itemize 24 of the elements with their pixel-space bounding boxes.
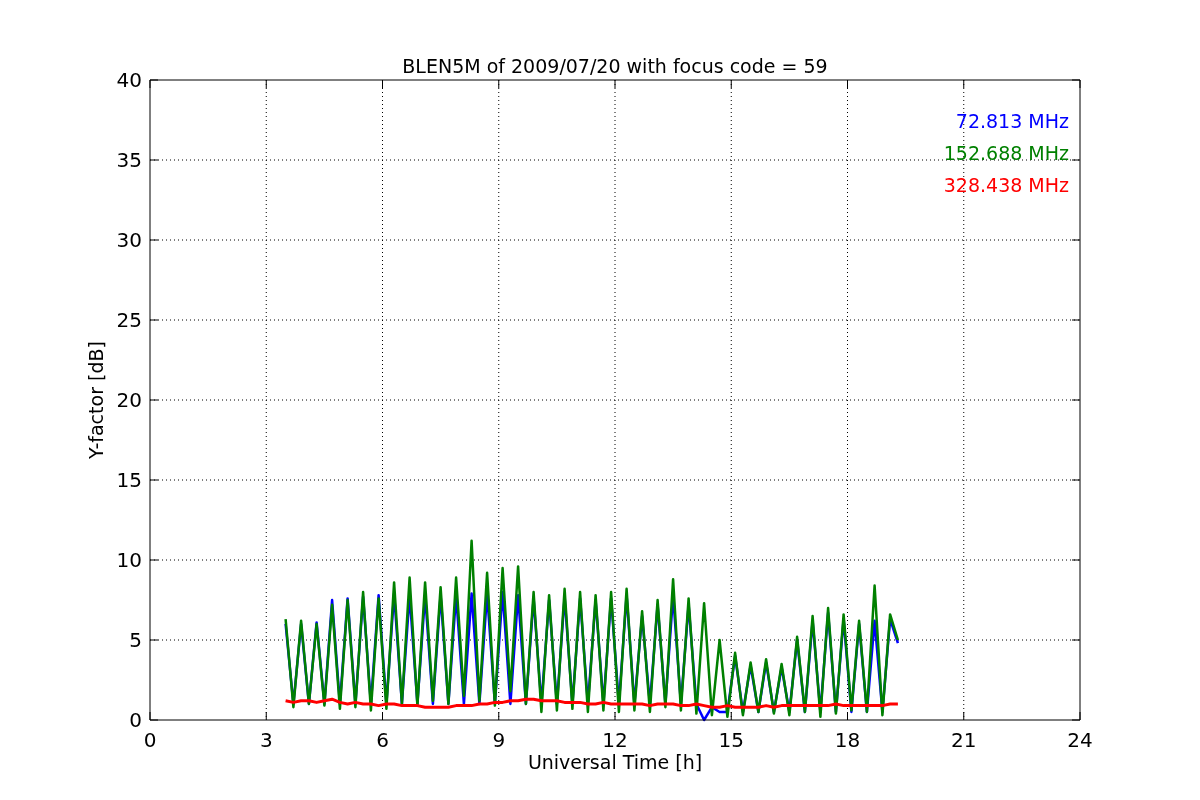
y-tick-label: 0	[129, 708, 142, 732]
y-tick-label: 35	[116, 148, 142, 172]
chart-title: BLEN5M of 2009/07/20 with focus code = 59	[402, 55, 828, 77]
y-tick-label: 15	[116, 468, 142, 492]
y-tick-label: 30	[116, 228, 142, 252]
x-tick-label: 9	[492, 728, 506, 752]
series-label: 328.438 MHz	[943, 174, 1069, 196]
y-tick-label: 20	[116, 388, 142, 412]
series-label: 152.688 MHz	[943, 142, 1069, 164]
x-tick-label: 12	[602, 728, 628, 752]
series-label: 72.813 MHz	[955, 110, 1069, 132]
y-axis-label: Y-factor [dB]	[85, 341, 107, 459]
y-tick-label: 5	[129, 628, 142, 652]
x-axis-label: Universal Time [h]	[527, 751, 703, 773]
y-tick-label: 10	[116, 548, 142, 572]
x-tick-label: 21	[951, 728, 977, 752]
x-tick-label: 15	[718, 728, 744, 752]
x-tick-label: 18	[834, 728, 861, 752]
x-tick-label: 6	[376, 728, 389, 752]
x-tick-label: 0	[143, 728, 157, 752]
x-tick-label: 3	[259, 728, 273, 752]
y-tick-label: 25	[116, 308, 142, 332]
y-tick-label: 40	[116, 68, 142, 92]
x-tick-label: 24	[1067, 728, 1093, 752]
